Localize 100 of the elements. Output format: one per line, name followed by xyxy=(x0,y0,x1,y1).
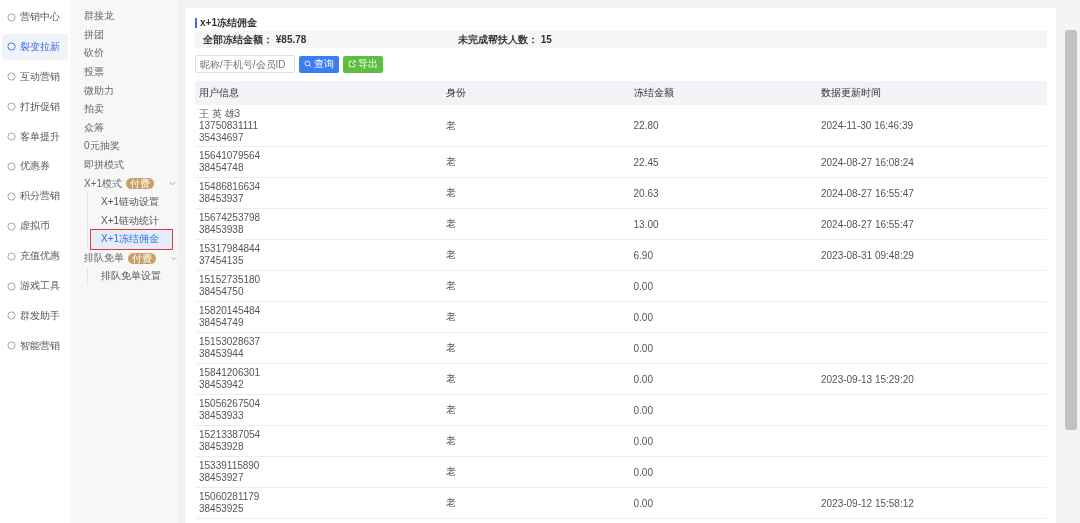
submenu-item[interactable]: X+1链动统计 xyxy=(91,211,172,231)
column-header: 数据更新时间 xyxy=(816,81,1047,105)
table-cell: 0.00 xyxy=(633,342,653,354)
table-cell-text: 15674253798 xyxy=(199,212,262,224)
circle-icon xyxy=(7,102,16,112)
table-cell-text: 38453933 xyxy=(199,410,245,422)
table-cell-text: 15056267504 xyxy=(199,398,262,410)
table-cell: 2024-08-27 16:55:47 xyxy=(820,187,914,199)
menu-item[interactable]: 打折促销 xyxy=(2,93,68,120)
paid-badge: 付费 xyxy=(126,178,155,190)
action-button[interactable]: 查询 xyxy=(299,55,339,73)
circle-icon xyxy=(7,161,16,171)
submenu-item[interactable]: 砍价 xyxy=(70,44,178,63)
table-cell: 20.63 xyxy=(633,187,659,199)
table-cell-text: 38453938 xyxy=(199,224,245,236)
circle-icon xyxy=(7,341,16,351)
table-cell-text: 38453928 xyxy=(199,441,245,453)
table-cell: 2024-08-27 16:08:24 xyxy=(820,156,914,168)
table-cell-text: 15339115890 xyxy=(199,460,261,472)
table-cell: 0.00 xyxy=(633,311,653,323)
table-cell: 2023-09-12 15:58:12 xyxy=(820,497,914,509)
table-cell: 老 xyxy=(446,119,457,131)
table-cell: 0.00 xyxy=(633,280,653,292)
menu-item[interactable]: 客单提升 xyxy=(2,123,68,150)
table-cell: 2024-11-30 16:46:39 xyxy=(820,120,914,131)
table-cell-text: 38453937 xyxy=(199,193,245,205)
submenu-item[interactable]: 排队免单 付费 xyxy=(70,248,178,268)
table-cell: 2023-08-31 09:48:29 xyxy=(820,249,914,261)
table-cell: 2023-09-13 15:29:20 xyxy=(820,373,914,385)
table-cell: 老 xyxy=(446,280,457,291)
table-cell-text: 38454749 xyxy=(199,317,245,329)
column-header: 身份 xyxy=(442,81,630,105)
table-cell: 22.45 xyxy=(633,156,659,168)
column-header: 冻结金额 xyxy=(629,81,817,105)
menu-item[interactable]: 积分营销 xyxy=(2,183,68,210)
search-field[interactable]: 昵称/手机号/会员ID xyxy=(195,55,295,73)
menu-item[interactable]: 游戏工具 xyxy=(2,273,68,299)
submenu-item[interactable]: X+1链动设置 xyxy=(91,192,172,212)
table-cell: 13.00 xyxy=(633,218,659,230)
summary-text: 全部冻结金额： ¥85.78 xyxy=(203,32,308,47)
table-cell-text: 38453925 xyxy=(199,503,245,515)
table-cell-text: 38453942 xyxy=(199,379,245,391)
menu-item[interactable]: 营销中心 xyxy=(2,4,68,30)
submenu-item[interactable]: 众筹 xyxy=(70,118,178,138)
table-cell-text: 15317984844 xyxy=(199,243,262,255)
circle-icon xyxy=(7,72,16,82)
table-cell: 22.80 xyxy=(633,120,659,131)
table-cell-text: 15641079564 xyxy=(199,150,262,162)
menu-item[interactable]: 群发助手 xyxy=(2,302,68,329)
table-cell: 老 xyxy=(446,466,457,477)
column-header: 用户信息 xyxy=(195,81,443,105)
menu-item[interactable]: 优惠券 xyxy=(2,153,68,180)
circle-icon xyxy=(7,42,16,52)
menu-item[interactable]: 裂变拉新 xyxy=(2,33,68,60)
circle-icon xyxy=(7,311,16,321)
circle-icon xyxy=(7,132,16,142)
table-cell-text: 38453927 xyxy=(199,472,245,484)
table-cell: 0.00 xyxy=(633,435,653,447)
menu-item[interactable]: 智能营销 xyxy=(2,332,68,359)
table-cell-text: 15213387054 xyxy=(199,429,262,441)
submenu-item[interactable]: 拼团 xyxy=(70,25,178,45)
circle-icon xyxy=(7,251,16,261)
table-cell: 老 xyxy=(446,249,457,260)
submenu-item[interactable]: 即拼模式 xyxy=(70,155,178,175)
table-cell: 0.00 xyxy=(633,373,653,385)
submenu-item[interactable]: X+1模式 付费 xyxy=(70,174,178,193)
table-cell: 老 xyxy=(446,497,457,508)
table-cell: 老 xyxy=(446,156,457,167)
table-cell-text: 38454748 xyxy=(199,162,245,174)
table-cell: 老 xyxy=(446,373,457,384)
submenu-item[interactable]: 拍卖 xyxy=(70,99,178,119)
page-title: x+1冻结佣金 xyxy=(195,18,1047,28)
table-cell-text: 37454135 xyxy=(199,255,245,267)
table-cell: 0.00 xyxy=(633,404,653,416)
paid-badge: 付费 xyxy=(128,252,156,264)
table-cell: 0.00 xyxy=(633,466,653,478)
submenu-item[interactable]: 投票 xyxy=(70,62,178,82)
table-cell-text: 15486816634 xyxy=(199,181,262,193)
submenu-item[interactable]: 排队免单设置 xyxy=(91,267,172,286)
circle-icon xyxy=(7,12,16,22)
submenu-item[interactable]: 微助力 xyxy=(70,81,178,100)
table-cell: 6.90 xyxy=(633,249,653,261)
table-cell-text: 15060281179 xyxy=(199,491,261,503)
submenu-item[interactable]: 0元抽奖 xyxy=(70,137,178,156)
table-cell: 老 xyxy=(446,404,457,415)
submenu-item[interactable]: X+1冻结佣金 xyxy=(91,230,172,249)
menu-item[interactable]: 互动营销 xyxy=(2,63,68,90)
export-icon xyxy=(348,60,356,68)
table-cell-text: 王 英 雄3 xyxy=(199,107,242,120)
submenu-item[interactable]: 群接龙 xyxy=(70,7,178,26)
table-cell-text: 15841206301 xyxy=(199,367,262,379)
menu-item[interactable]: 虚拟币 xyxy=(2,213,68,240)
scroll-thumb[interactable] xyxy=(1065,30,1077,430)
summary-text: 未完成帮扶人数： 15 xyxy=(458,32,552,47)
table-cell-text: 38454750 xyxy=(199,286,245,298)
table-cell: 0.00 xyxy=(633,497,653,509)
circle-icon xyxy=(7,191,16,201)
menu-item[interactable]: 充值优惠 xyxy=(2,243,68,270)
table-cell-text: 38453944 xyxy=(199,348,245,360)
table-cell-text: 35434697 xyxy=(199,131,245,144)
